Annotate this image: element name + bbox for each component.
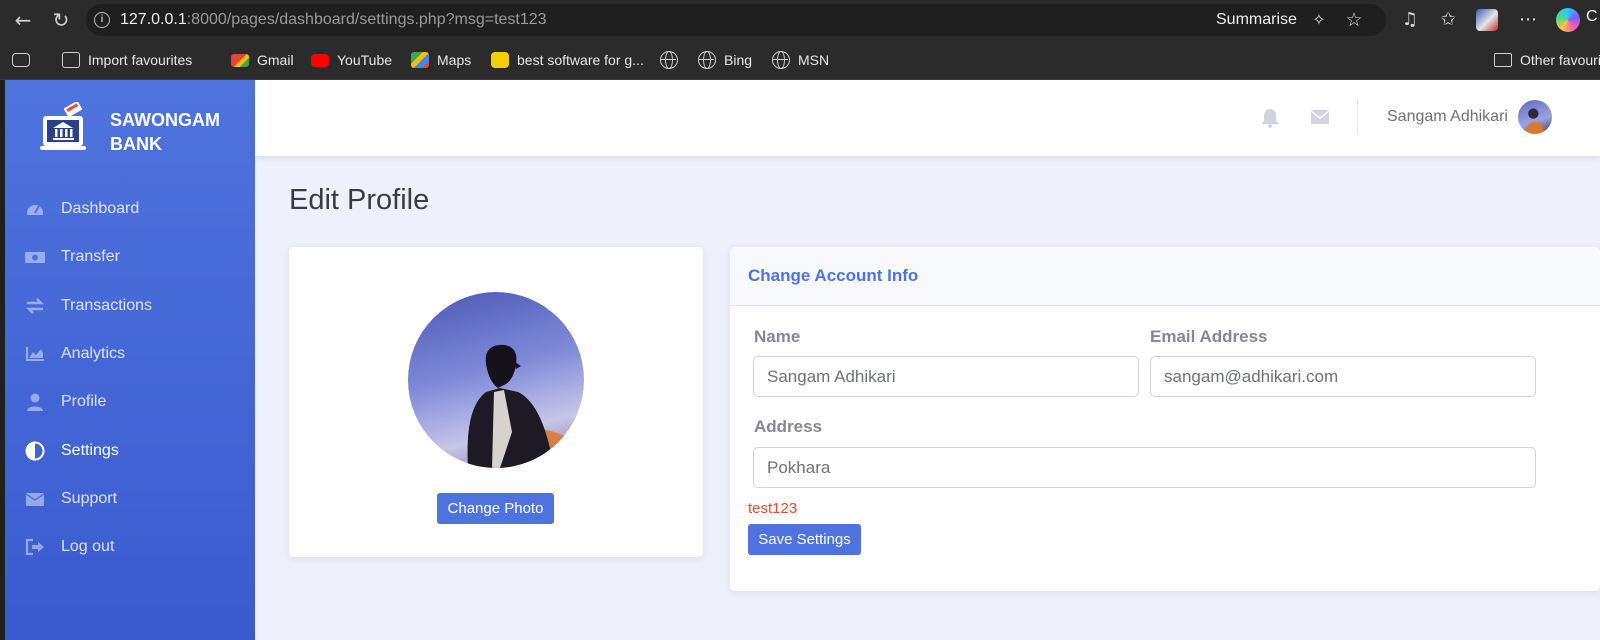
topbar-divider (1357, 100, 1358, 134)
sidebar-item-label: Log out (61, 538, 115, 556)
other-favourites[interactable]: Other favourites (1494, 50, 1600, 70)
address-label: Address (754, 417, 823, 436)
globe-icon (698, 51, 716, 69)
bookmark-label: best software for g... (517, 52, 644, 68)
name-field[interactable] (753, 356, 1139, 397)
name-label: Name (754, 327, 801, 346)
bookmark-import-favourites[interactable]: Import favourites (62, 50, 192, 70)
bookmark-label: Gmail (257, 52, 294, 68)
app-page: SAWONGAM BANK Dashboard Transfer Transac… (5, 80, 1600, 640)
sign-out-icon (25, 539, 44, 556)
address-bar[interactable]: i 127.0.0.1:8000/pages/dashboard/setting… (86, 4, 1386, 36)
back-icon[interactable]: ← (8, 6, 38, 34)
bookmark-bing[interactable]: Bing (698, 50, 752, 70)
sidebar-item-dashboard[interactable]: Dashboard (5, 185, 255, 233)
bookmark-label: MSN (798, 52, 830, 68)
address-field[interactable] (753, 447, 1536, 488)
change-photo-button[interactable]: Change Photo (437, 493, 554, 524)
sidebar-item-settings[interactable]: Settings (5, 426, 255, 474)
user-name[interactable]: Sangam Adhikari (1387, 108, 1508, 126)
extension-icon[interactable] (1476, 9, 1498, 31)
globe-icon (660, 51, 678, 69)
bell-icon[interactable] (1261, 108, 1279, 128)
summarise-icon[interactable]: ✧ (1308, 9, 1330, 31)
envelope-icon[interactable] (1311, 110, 1329, 124)
sidebar-item-transactions[interactable]: Transactions (5, 282, 255, 330)
media-icon[interactable]: ♫ (1396, 6, 1424, 34)
url-path: :8000/pages/dashboard/settings.php?msg=t… (186, 11, 547, 28)
person-silhouette (467, 344, 584, 468)
profile-photo (408, 292, 584, 468)
email-field[interactable] (1150, 356, 1536, 397)
sidebar-item-label: Transactions (61, 296, 152, 314)
tab-actions-icon[interactable] (12, 53, 30, 67)
bookmark-maps[interactable]: Maps (411, 50, 471, 70)
sidebar-item-label: Settings (61, 441, 119, 459)
user-icon (27, 393, 43, 412)
favourites-icon[interactable]: ✩ (1434, 6, 1462, 34)
sidebar: SAWONGAM BANK Dashboard Transfer Transac… (5, 80, 255, 640)
bookmark-youtube[interactable]: YouTube (311, 50, 392, 70)
brand-name-line2: BANK (110, 134, 162, 154)
sidebar-item-label: Analytics (61, 345, 126, 363)
bookmark-label: Maps (437, 52, 472, 68)
brand[interactable]: SAWONGAM BANK (35, 98, 245, 168)
summarise-button[interactable]: Summarise (1216, 11, 1297, 29)
maps-icon (411, 52, 429, 68)
speedometer-icon (27, 205, 43, 216)
avatar[interactable] (1518, 100, 1552, 134)
favourite-star-icon[interactable]: ☆ (1342, 8, 1366, 32)
browser-toolbar: ← ↻ i 127.0.0.1:8000/pages/dashboard/set… (0, 0, 1600, 40)
area-chart-icon (26, 347, 44, 362)
bookmark-best-software[interactable]: best software for g... (491, 50, 644, 70)
account-info-card: Change Account Info Name Email Address A… (730, 247, 1600, 591)
page-title: Edit Profile (289, 184, 430, 216)
sidebar-item-label: Profile (61, 393, 107, 411)
bookmark-label: Bing (724, 52, 753, 68)
sidebar-item-analytics[interactable]: Analytics (5, 330, 255, 378)
brand-name: SAWONGAM BANK (110, 108, 240, 156)
topbar: Sangam Adhikari (255, 80, 1600, 156)
import-icon (62, 52, 80, 68)
url-text[interactable]: 127.0.0.1:8000/pages/dashboard/settings.… (120, 11, 547, 29)
sidebar-item-label: Support (61, 489, 118, 507)
bookmark-globe[interactable] (660, 50, 678, 70)
money-bill-icon (25, 252, 45, 264)
bookmark-label: YouTube (337, 52, 393, 68)
profile-photo-card: Change Photo (289, 247, 703, 557)
gmail-icon (231, 53, 249, 67)
sidebar-item-support[interactable]: Support (5, 475, 255, 523)
sidebar-nav: Dashboard Transfer Transactions Analytic… (5, 185, 255, 571)
bookmark-msn[interactable]: MSN (772, 50, 829, 70)
status-message: test123 (748, 500, 798, 517)
adjust-icon (25, 441, 45, 461)
bookmark-label: Import favourites (88, 52, 193, 68)
brand-name-line1: SAWONGAM (110, 110, 220, 130)
bookmarks-bar: Import favourites Gmail YouTube Maps bes… (0, 40, 1600, 80)
refresh-icon[interactable]: ↻ (46, 6, 76, 34)
exchange-icon (26, 297, 44, 314)
more-menu-icon[interactable]: ⋯ (1514, 6, 1542, 34)
other-favourites-label: Other favourites (1520, 52, 1600, 68)
save-settings-button[interactable]: Save Settings (748, 524, 861, 555)
card-header: Change Account Info (730, 247, 1600, 306)
copilot-icon[interactable] (1556, 8, 1580, 32)
bookmark-gmail[interactable]: Gmail (231, 50, 294, 70)
folder-icon (1494, 53, 1512, 67)
sidebar-item-label: Transfer (61, 248, 120, 266)
site-info-icon[interactable]: i (94, 12, 110, 28)
envelope-icon (25, 492, 45, 506)
email-label: Email Address (1150, 327, 1268, 346)
sidebar-item-profile[interactable]: Profile (5, 378, 255, 426)
copilot-label[interactable]: C (1586, 8, 1598, 26)
bank-logo-icon (40, 102, 86, 150)
sidebar-item-logout[interactable]: Log out (5, 523, 255, 571)
sidebar-item-transfer[interactable]: Transfer (5, 233, 255, 281)
globe-icon (772, 51, 790, 69)
sidebar-item-label: Dashboard (61, 200, 140, 218)
card-title: Change Account Info (748, 266, 919, 285)
site-icon (491, 52, 509, 68)
url-host: 127.0.0.1 (120, 11, 187, 28)
youtube-icon (311, 53, 329, 67)
